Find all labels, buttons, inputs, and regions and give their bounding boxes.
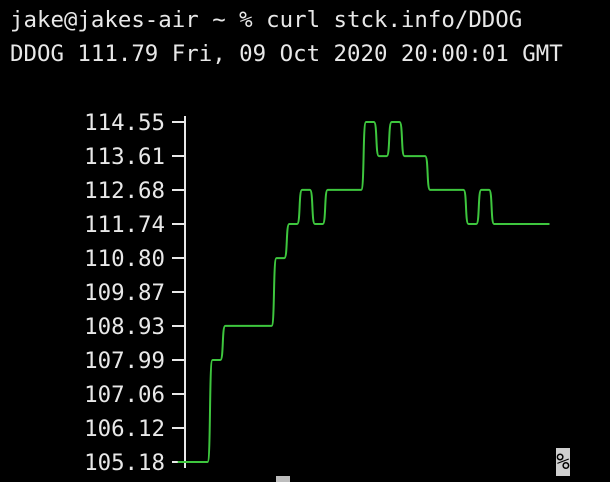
- price-point: [548, 223, 550, 225]
- price-point: [241, 325, 243, 327]
- price-point: [484, 189, 486, 191]
- price-point: [535, 223, 538, 225]
- price-point: [292, 223, 294, 225]
- y-tick-label: 109.87: [84, 280, 165, 306]
- y-tick-label: 107.06: [84, 382, 165, 408]
- price-point: [523, 223, 525, 225]
- price-point: [369, 121, 371, 123]
- price-point: [433, 189, 435, 191]
- y-tick-label: 113.61: [84, 144, 165, 170]
- price-point: [318, 223, 320, 225]
- y-tick-label: 108.93: [84, 314, 165, 340]
- price-point: [459, 189, 461, 191]
- price-point: [343, 189, 345, 191]
- price-point: [203, 461, 205, 463]
- price-point: [356, 189, 358, 191]
- scroll-indicator: [276, 476, 290, 482]
- price-point: [279, 257, 281, 259]
- price-point: [420, 155, 422, 157]
- y-tick-label: 114.55: [84, 110, 165, 136]
- y-tick-label: 110.80: [84, 246, 165, 272]
- price-point: [382, 155, 384, 157]
- price-point: [510, 223, 512, 225]
- price-point: [407, 155, 409, 157]
- price-point: [446, 189, 448, 191]
- y-tick-label: 112.68: [84, 178, 165, 204]
- y-tick-label: 106.12: [84, 416, 165, 442]
- terminal-window[interactable]: jake@jakes-air ~ % curl stck.info/DDOG D…: [0, 0, 610, 482]
- price-point: [331, 189, 333, 191]
- price-line: [178, 121, 550, 463]
- price-chart: 114.55 113.61 112.68 111.74 110.80 109.87 108.…: [84, 110, 550, 476]
- price-point: [471, 223, 473, 225]
- y-tick-label: 111.74: [84, 212, 165, 238]
- price-point: [497, 223, 499, 225]
- price-point: [215, 359, 217, 361]
- price-point: [228, 325, 230, 327]
- shell-prompt-cursor: %: [556, 448, 570, 476]
- price-point: [177, 461, 179, 463]
- price-point: [254, 325, 256, 327]
- y-tick-label: 105.18: [84, 450, 165, 476]
- price-point: [190, 461, 192, 463]
- price-point: [395, 121, 397, 123]
- price-point: [305, 189, 307, 191]
- price-point: [267, 325, 269, 327]
- y-tick-label: 107.99: [84, 348, 165, 374]
